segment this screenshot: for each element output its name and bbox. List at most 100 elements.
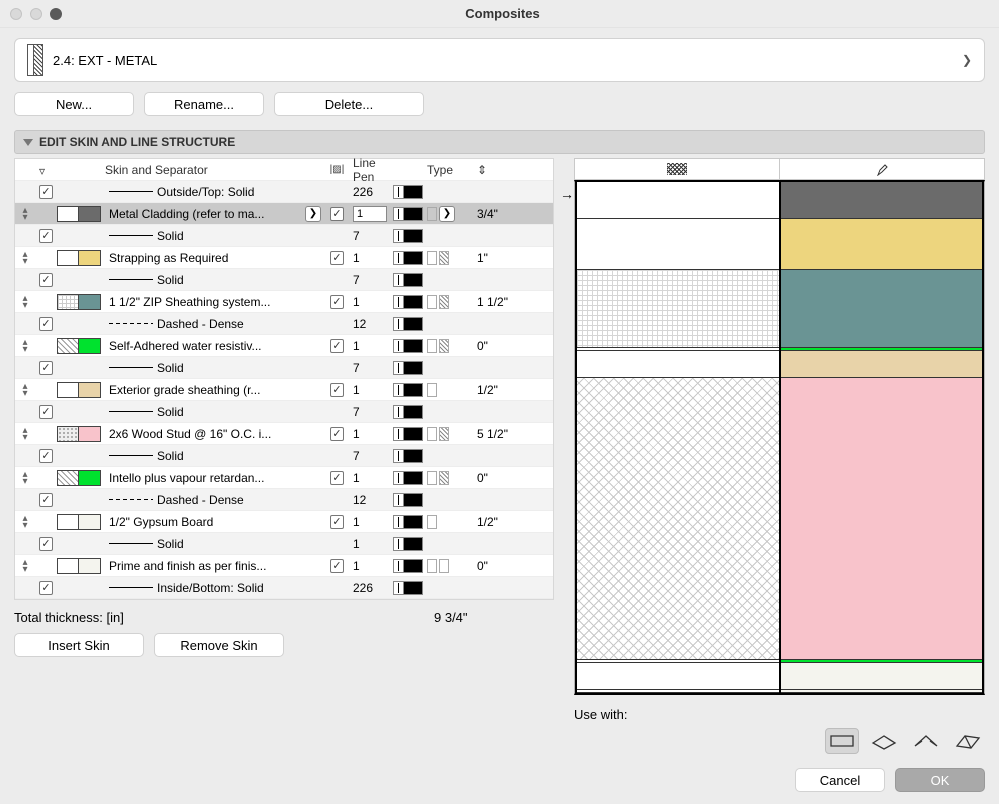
pen-preview-icon[interactable] [393, 339, 423, 353]
pen-number[interactable]: 1 [349, 515, 389, 529]
row-name[interactable]: Exterior grade sheathing (r... [105, 383, 325, 397]
pen-number[interactable]: 7 [349, 449, 389, 463]
pen-preview-icon[interactable] [393, 515, 423, 529]
drag-handle-icon[interactable]: ▴▾ [22, 515, 27, 529]
col-line-pen[interactable]: Line Pen [349, 156, 389, 184]
drag-handle-icon[interactable]: ▴▾ [22, 471, 27, 485]
slab-tool-icon[interactable] [867, 728, 901, 754]
thickness-value[interactable]: 1/2" [471, 383, 553, 397]
pen-number[interactable]: 7 [349, 361, 389, 375]
drag-handle-icon[interactable]: ▴▾ [22, 559, 27, 573]
skin-row[interactable]: ▴▾Intello plus vapour retardan...10" [15, 467, 553, 489]
skin-type-icon[interactable] [427, 471, 437, 485]
contour-checkbox[interactable] [330, 559, 344, 573]
pen-number[interactable]: 1 [349, 383, 389, 397]
thickness-value[interactable]: 0" [471, 339, 553, 353]
pen-preview-icon[interactable] [393, 361, 423, 375]
thickness-value[interactable]: 5 1/2" [471, 427, 553, 441]
cut-fill-swatch[interactable] [57, 558, 79, 574]
pen-number[interactable]: 7 [349, 405, 389, 419]
row-name[interactable]: Solid [105, 229, 325, 243]
cut-fill-swatch[interactable] [57, 514, 79, 530]
drag-handle-icon[interactable]: ▴▾ [22, 339, 27, 353]
pen-preview-icon[interactable] [393, 405, 423, 419]
separator-row[interactable]: Solid7 [15, 357, 553, 379]
cut-fill-swatch[interactable] [57, 382, 79, 398]
col-thickness[interactable]: ⇕ [471, 163, 553, 177]
surface-swatch[interactable] [79, 338, 101, 354]
pen-preview-icon[interactable] [393, 581, 423, 595]
separator-row[interactable]: Solid 7 [15, 225, 553, 247]
pen-number[interactable]: 1 [349, 339, 389, 353]
col-type[interactable]: Type [427, 163, 471, 177]
pen-preview-icon[interactable] [393, 493, 423, 507]
row-name[interactable]: Intello plus vapour retardan... [105, 471, 325, 485]
row-name[interactable]: Strapping as Required [105, 251, 325, 265]
skin-type-icon[interactable] [427, 515, 437, 529]
skin-row[interactable]: ▴▾Strapping as Required11" [15, 247, 553, 269]
thickness-value[interactable]: 0" [471, 559, 553, 573]
row-name[interactable]: Dashed - Dense [105, 493, 325, 507]
pen-number[interactable]: 1 [349, 427, 389, 441]
contour-checkbox[interactable] [330, 515, 344, 529]
minimize-window-icon[interactable] [30, 8, 42, 20]
visibility-checkbox[interactable] [39, 405, 53, 419]
col-skin-separator[interactable]: Skin and Separator [105, 163, 325, 177]
skin-type-icon[interactable] [427, 251, 437, 265]
skin-type-icon[interactable] [439, 427, 449, 441]
row-name[interactable]: Solid [105, 273, 325, 287]
pen-preview-icon[interactable] [393, 383, 423, 397]
pen-preview-icon[interactable] [393, 471, 423, 485]
skin-type-icon[interactable] [427, 339, 437, 353]
separator-row[interactable]: Dashed - Dense12 [15, 489, 553, 511]
surface-swatch[interactable] [79, 470, 101, 486]
preview-hatch-tab[interactable] [574, 158, 780, 180]
contour-checkbox[interactable] [330, 339, 344, 353]
skin-row[interactable]: ▴▾1/2" Gypsum Board11/2" [15, 511, 553, 533]
cut-fill-swatch[interactable] [57, 250, 79, 266]
pen-preview-icon[interactable] [393, 537, 423, 551]
drag-handle-icon[interactable]: ▴▾ [22, 295, 27, 309]
surface-swatch[interactable] [79, 514, 101, 530]
pen-preview-icon[interactable] [393, 185, 423, 199]
surface-swatch[interactable] [79, 206, 101, 222]
visibility-checkbox[interactable] [39, 537, 53, 551]
thickness-value[interactable]: 3/4" [471, 207, 553, 221]
skin-type-icon[interactable] [427, 207, 437, 221]
row-name[interactable]: 1 1/2" ZIP Sheathing system... [105, 295, 325, 309]
visibility-checkbox[interactable] [39, 185, 53, 199]
contour-checkbox[interactable] [330, 251, 344, 265]
pen-number[interactable]: 7 [349, 229, 389, 243]
row-name[interactable]: Solid [105, 405, 325, 419]
surface-swatch[interactable] [79, 426, 101, 442]
pen-number[interactable]: 1 [349, 295, 389, 309]
skin-row[interactable]: ▴▾Prime and finish as per finis...10" [15, 555, 553, 577]
pen-number[interactable]: 1 [349, 471, 389, 485]
visibility-checkbox[interactable] [39, 449, 53, 463]
pen-preview-icon[interactable] [393, 449, 423, 463]
row-name[interactable]: Metal Cladding (refer to ma...❯ [105, 206, 325, 222]
pen-preview-icon[interactable] [393, 229, 423, 243]
separator-row[interactable]: Dashed - Dense12 [15, 313, 553, 335]
delete-button[interactable]: Delete... [274, 92, 424, 116]
pen-preview-icon[interactable] [393, 295, 423, 309]
separator-row[interactable]: Solid1 [15, 533, 553, 555]
pen-number[interactable]: 1 [349, 537, 389, 551]
new-button[interactable]: New... [14, 92, 134, 116]
row-name[interactable]: 2x6 Wood Stud @ 16" O.C. i... [105, 427, 325, 441]
separator-row[interactable]: Solid 7 [15, 401, 553, 423]
skin-type-icon[interactable] [427, 295, 437, 309]
visibility-checkbox[interactable] [39, 229, 53, 243]
edit-skin-section-header[interactable]: EDIT SKIN AND LINE STRUCTURE [14, 130, 985, 154]
close-window-icon[interactable] [10, 8, 22, 20]
contour-checkbox[interactable] [330, 207, 344, 221]
skin-type-icon[interactable] [439, 295, 449, 309]
visibility-checkbox[interactable] [39, 361, 53, 375]
skin-row[interactable]: ▴▾ Exterior grade sheathing (r... 1 1/2" [15, 379, 553, 401]
wall-tool-icon[interactable] [825, 728, 859, 754]
row-name[interactable]: 1/2" Gypsum Board [105, 515, 325, 529]
visibility-checkbox[interactable] [39, 493, 53, 507]
thickness-value[interactable]: 1 1/2" [471, 295, 553, 309]
drag-handle-icon[interactable]: ▴▾ [22, 383, 27, 397]
preview-surface-tab[interactable] [780, 158, 985, 180]
